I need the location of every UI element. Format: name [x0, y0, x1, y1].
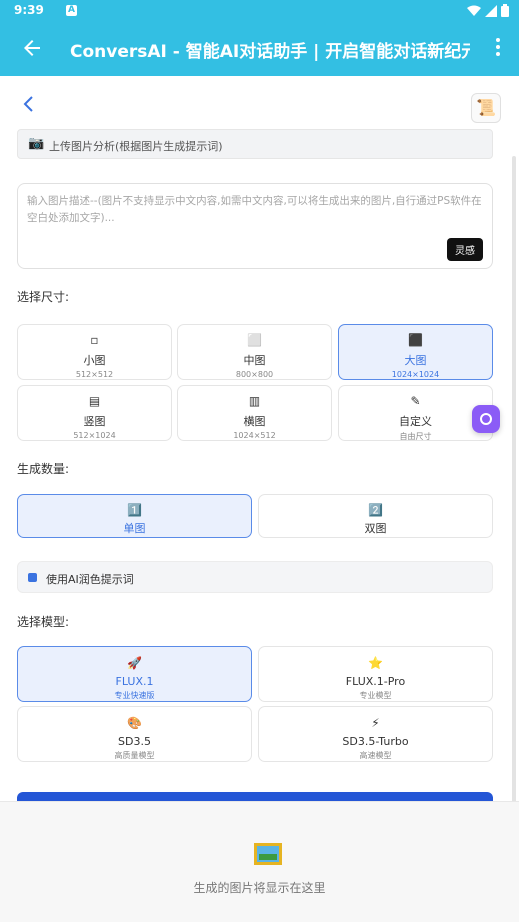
- landscape-size-icon: ▥: [248, 394, 261, 408]
- picture-icon: [254, 843, 282, 865]
- upload-image-button[interactable]: 📷 上传图片分析(根据图片生成提示词): [17, 129, 493, 159]
- ai-polish-label: 使用AI润色提示词: [46, 573, 134, 586]
- size-option-large[interactable]: ⬛ 大图 1024×1024: [338, 324, 493, 380]
- portrait-size-icon: ▤: [88, 394, 101, 408]
- model-option-name: FLUX.1: [115, 675, 154, 688]
- star-icon: ⭐: [368, 656, 383, 670]
- count-option-single[interactable]: 1️⃣ 单图: [17, 494, 252, 538]
- medium-size-icon: ⬜: [247, 333, 262, 347]
- wifi-icon: [467, 5, 481, 16]
- size-option-name: 自定义: [399, 415, 432, 428]
- model-option-desc: 专业快速版: [114, 691, 155, 700]
- pencil-icon: ✎: [410, 394, 421, 408]
- camera-icon: 📷: [28, 136, 45, 151]
- size-option-landscape[interactable]: ▥ 横图 1024×512: [177, 385, 332, 441]
- image-preview-panel: 生成的图片将显示在这里: [0, 801, 519, 922]
- size-option-custom[interactable]: ✎ 自定义 自由尺寸: [338, 385, 493, 441]
- size-option-dims: 1024×1024: [391, 370, 440, 379]
- size-option-name: 竖图: [83, 415, 106, 428]
- app-bar: ConversAI - 智能AI对话助手 | 开启智能对话新纪元: [0, 22, 519, 76]
- more-options-icon[interactable]: [495, 38, 501, 60]
- lightning-icon: ⚡: [371, 716, 380, 730]
- model-option-name: FLUX.1-Pro: [345, 675, 406, 688]
- palette-icon: 🎨: [127, 716, 142, 730]
- assistant-icon: [480, 413, 492, 425]
- scrollbar[interactable]: [512, 156, 516, 801]
- prompt-textarea[interactable]: 输入图片描述--(图片不支持显示中文内容,如需中文内容,可以将生成出来的图片,自…: [17, 183, 493, 269]
- large-size-icon: ⬛: [408, 333, 423, 347]
- prompt-placeholder: 输入图片描述--(图片不支持显示中文内容,如需中文内容,可以将生成出来的图片,自…: [27, 195, 482, 224]
- model-option-desc: 高速模型: [359, 751, 392, 760]
- status-time: 9:39: [14, 3, 44, 17]
- number-one-icon: 1️⃣: [127, 503, 142, 517]
- size-option-small[interactable]: ▫ 小图 512×512: [17, 324, 172, 380]
- size-option-name: 横图: [243, 415, 266, 428]
- signal-icon: [485, 4, 497, 17]
- size-option-dims: 800×800: [235, 370, 274, 379]
- size-option-dims: 自由尺寸: [399, 432, 432, 441]
- back-arrow-icon[interactable]: [20, 36, 44, 60]
- ai-polish-checkbox[interactable]: [28, 573, 37, 582]
- main-content[interactable]: 📜 📷 上传图片分析(根据图片生成提示词) 输入图片描述--(图片不支持显示中文…: [0, 76, 519, 801]
- count-section-label: 生成数量:: [17, 462, 70, 476]
- count-option-name: 单图: [123, 522, 146, 535]
- model-section-label: 选择模型:: [17, 615, 70, 629]
- chevron-left-icon[interactable]: [20, 94, 38, 114]
- size-option-name: 中图: [243, 354, 266, 367]
- size-option-medium[interactable]: ⬜ 中图 800×800: [177, 324, 332, 380]
- model-option-desc: 专业模型: [359, 691, 392, 700]
- count-option-name: 双图: [364, 522, 387, 535]
- size-option-name: 小图: [83, 354, 106, 367]
- size-option-portrait[interactable]: ▤ 竖图 512×1024: [17, 385, 172, 441]
- size-option-dims: 512×1024: [73, 431, 116, 440]
- inspiration-button[interactable]: 灵感: [447, 238, 483, 261]
- app-title: ConversAI - 智能AI对话助手 | 开启智能对话新纪元: [70, 42, 470, 62]
- number-two-icon: 2️⃣: [368, 503, 383, 517]
- upload-label: 上传图片分析(根据图片生成提示词): [49, 140, 223, 153]
- size-option-name: 大图: [404, 354, 427, 367]
- status-bar: 9:39 A: [0, 0, 519, 22]
- preview-placeholder-text: 生成的图片将显示在这里: [193, 881, 326, 895]
- count-option-double[interactable]: 2️⃣ 双图: [258, 494, 493, 538]
- size-section-label: 选择尺寸:: [17, 290, 70, 304]
- model-option-desc: 高质量模型: [114, 751, 155, 760]
- history-scroll-icon[interactable]: 📜: [471, 93, 501, 123]
- notification-icon: A: [66, 5, 77, 16]
- floating-assistant-button[interactable]: [472, 405, 500, 433]
- ai-polish-toggle[interactable]: 使用AI润色提示词: [17, 561, 493, 593]
- model-option-name: SD3.5-Turbo: [342, 735, 409, 748]
- size-option-dims: 1024×512: [233, 431, 276, 440]
- status-indicators: [467, 4, 509, 17]
- model-option-flux1[interactable]: 🚀 FLUX.1 专业快速版: [17, 646, 252, 702]
- model-option-flux1-pro[interactable]: ⭐ FLUX.1-Pro 专业模型: [258, 646, 493, 702]
- rocket-icon: 🚀: [127, 656, 142, 670]
- model-option-name: SD3.5: [118, 735, 151, 748]
- small-size-icon: ▫: [90, 333, 99, 347]
- generate-button[interactable]: [17, 792, 493, 801]
- size-option-dims: 512×512: [75, 370, 114, 379]
- model-option-sd35[interactable]: 🎨 SD3.5 高质量模型: [17, 706, 252, 762]
- model-option-sd35-turbo[interactable]: ⚡ SD3.5-Turbo 高速模型: [258, 706, 493, 762]
- battery-icon: [501, 4, 509, 17]
